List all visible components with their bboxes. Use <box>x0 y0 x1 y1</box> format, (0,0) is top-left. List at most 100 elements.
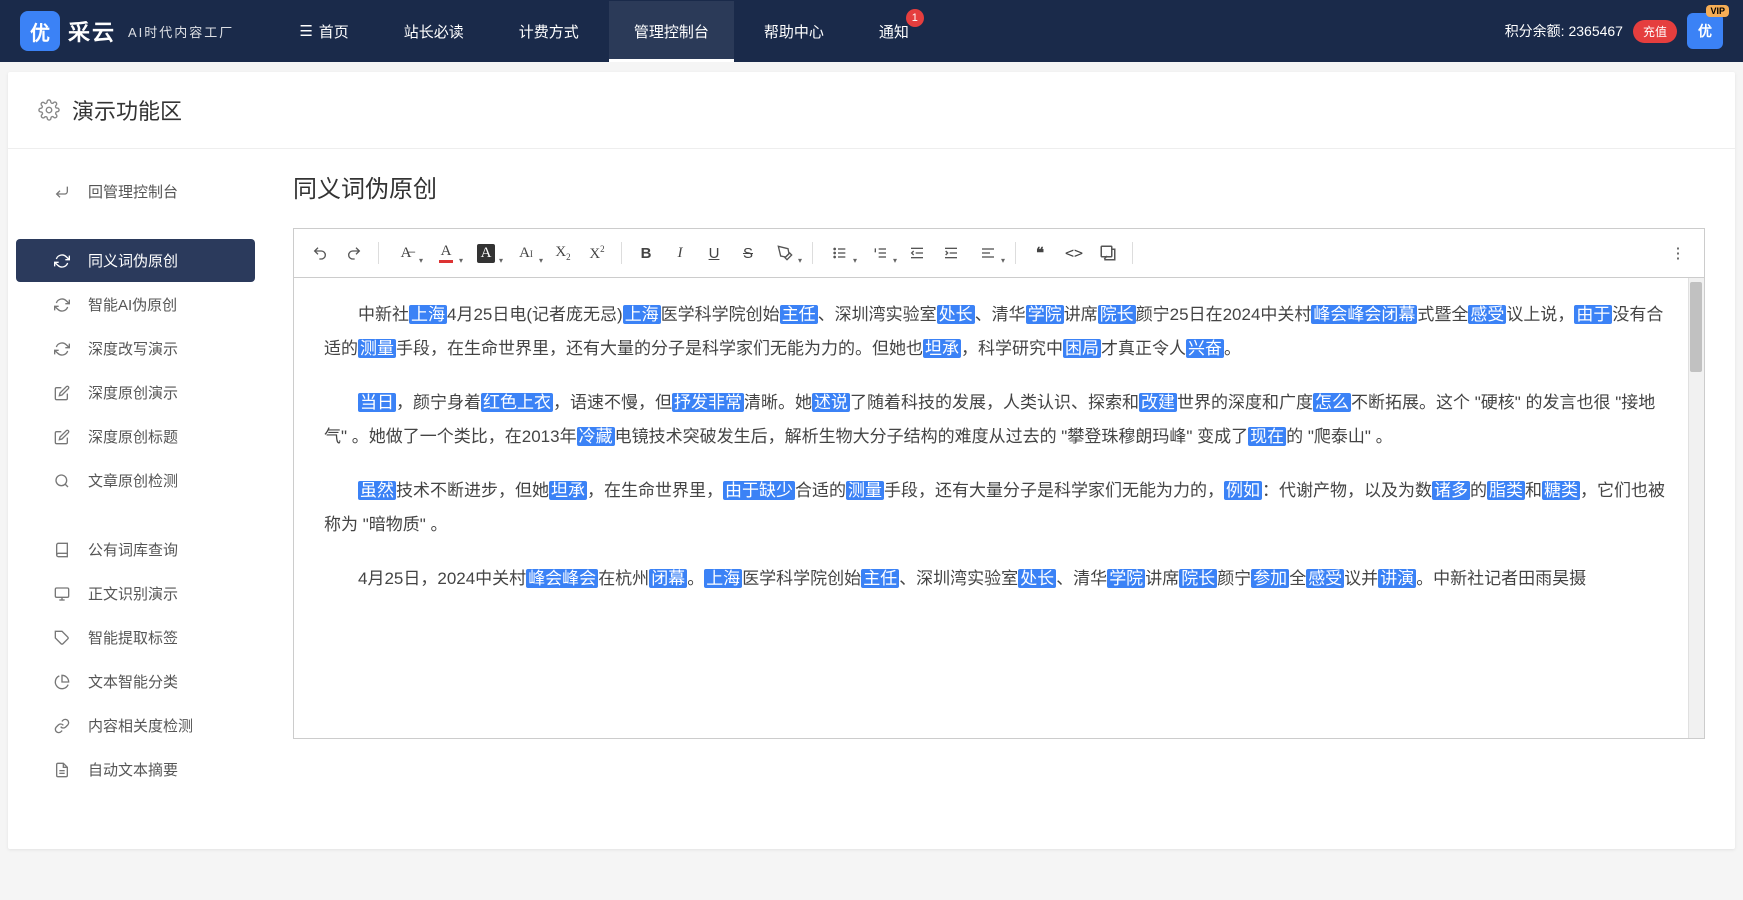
highlighted-text: 测量 <box>846 481 884 500</box>
bold-button[interactable]: B <box>630 237 662 269</box>
link-icon <box>54 718 70 734</box>
blockquote-button[interactable]: ❝ <box>1024 237 1056 269</box>
sidebar-item-2-2[interactable]: 智能提取标签 <box>16 616 255 659</box>
nav-link-3[interactable]: 管理控制台 <box>609 1 734 62</box>
highlighted-text: 闭幕 <box>649 569 687 588</box>
text-segment: 。 <box>1224 339 1241 358</box>
text-segment: 医学科学院创始 <box>742 569 861 588</box>
logo[interactable]: 优 采云 AI时代内容工厂 <box>20 11 234 51</box>
font-color-button[interactable]: A▾ <box>427 237 465 269</box>
highlighted-text: 感受 <box>1468 305 1506 324</box>
sidebar-item-label: 内容相关度检测 <box>88 715 193 736</box>
sidebar-item-1-2[interactable]: 深度改写演示 <box>16 327 255 370</box>
nav-link-label: 帮助中心 <box>764 21 824 42</box>
sidebar-item-2-3[interactable]: 文本智能分类 <box>16 660 255 703</box>
italic-button[interactable]: I <box>664 237 696 269</box>
editor-content[interactable]: 中新社上海4月25日电(记者庞无忌)上海医学科学院创始主任、深圳湾实验室处长、清… <box>294 278 1704 738</box>
edit-icon <box>54 429 70 445</box>
highlighted-text: 兴奋 <box>1186 339 1224 358</box>
highlighted-text: 学院 <box>1107 569 1145 588</box>
sidebar-item-0-0[interactable]: 回管理控制台 <box>16 170 255 213</box>
sidebar-item-1-0[interactable]: 同义词伪原创 <box>16 239 255 282</box>
scrollbar[interactable] <box>1688 278 1704 738</box>
nav-link-label: 通知 <box>879 21 909 42</box>
text-segment: 议并 <box>1344 569 1378 588</box>
more-button[interactable]: ⋮ <box>1662 237 1694 269</box>
sidebar-item-1-1[interactable]: 智能AI伪原创 <box>16 283 255 326</box>
text-segment: 在杭州 <box>598 569 649 588</box>
avatar-icon: 优 <box>1687 13 1723 49</box>
highlight-color-button[interactable]: A▾ <box>467 237 505 269</box>
sidebar-item-1-5[interactable]: 文章原创检测 <box>16 459 255 502</box>
edit-icon <box>54 385 70 401</box>
strikethrough-button[interactable]: S <box>732 237 764 269</box>
clear-format-button[interactable]: A̶▾ <box>387 237 425 269</box>
paragraph-1: 当日，颜宁身着红色上衣，语速不慢，但抒发非常清晰。她述说了随着科技的发展，人类认… <box>324 386 1674 454</box>
sidebar-item-label: 深度改写演示 <box>88 338 178 359</box>
highlighted-text: 上海 <box>409 305 447 324</box>
content-title: 同义词伪原创 <box>293 169 1705 204</box>
text-highlight-button[interactable]: ▾ <box>766 237 804 269</box>
sidebar-item-2-4[interactable]: 内容相关度检测 <box>16 704 255 747</box>
reply-icon <box>54 184 70 200</box>
highlighted-text: 脂类 <box>1487 481 1525 500</box>
text-segment: ，颜宁身着 <box>396 393 481 412</box>
logo-subtitle: AI时代内容工厂 <box>128 22 234 41</box>
refresh-icon <box>54 253 70 269</box>
numbered-list-button[interactable]: ▾ <box>861 237 899 269</box>
sidebar-item-1-3[interactable]: 深度原创演示 <box>16 371 255 414</box>
nav-link-0[interactable]: ☰首页 <box>274 1 373 62</box>
sidebar-item-1-4[interactable]: 深度原创标题 <box>16 415 255 458</box>
highlighted-text: 院长 <box>1098 305 1136 324</box>
outdent-button[interactable] <box>901 237 933 269</box>
vip-badge: VIP <box>1706 5 1729 17</box>
recharge-button[interactable]: 充值 <box>1633 20 1677 43</box>
nav-link-label: 计费方式 <box>519 21 579 42</box>
highlighted-text: 困局 <box>1063 339 1101 358</box>
superscript-button[interactable]: X2 <box>581 237 613 269</box>
scrollbar-thumb[interactable] <box>1690 282 1702 372</box>
text-segment: 的 "爬泰山" 。 <box>1286 427 1393 446</box>
text-segment: 了随着科技的发展，人类认识、探索和 <box>850 393 1139 412</box>
refresh-icon <box>54 297 70 313</box>
subscript-button[interactable]: X2 <box>547 237 579 269</box>
text-segment: 手段，在生命世界里，还有大量的分子是科学家们无能为力的。但她也 <box>396 339 923 358</box>
top-nav: 优 采云 AI时代内容工厂 ☰首页站长必读 计费方式 管理控制台 帮助中心 通知1 积分… <box>0 0 1743 62</box>
highlighted-text: 例如 <box>1224 481 1262 500</box>
sidebar-item-2-5[interactable]: 自动文本摘要 <box>16 748 255 791</box>
highlighted-text: 冷藏 <box>577 427 615 446</box>
highlighted-text: 峰会峰会闭幕 <box>1311 305 1417 324</box>
highlighted-text: 感受 <box>1306 569 1344 588</box>
source-button[interactable] <box>1092 237 1124 269</box>
bullet-list-button[interactable]: ▾ <box>821 237 859 269</box>
indent-button[interactable] <box>935 237 967 269</box>
nav-link-1[interactable]: 站长必读 <box>379 1 489 62</box>
page-title: 演示功能区 <box>72 94 182 126</box>
highlighted-text: 现在 <box>1248 427 1286 446</box>
font-size-button[interactable]: AI▾ <box>507 237 545 269</box>
highlighted-text: 坦承 <box>923 339 961 358</box>
text-segment: 、清华 <box>975 305 1026 324</box>
code-button[interactable]: <> <box>1058 237 1090 269</box>
sidebar-item-2-1[interactable]: 正文识别演示 <box>16 572 255 615</box>
highlighted-text: 学院 <box>1026 305 1064 324</box>
points-label: 积分余额: 2365467 <box>1505 21 1623 41</box>
highlighted-text: 处长 <box>937 305 975 324</box>
highlighted-text: 讲演 <box>1378 569 1416 588</box>
text-segment: 世界的深度和广度 <box>1177 393 1313 412</box>
highlighted-text: 坦承 <box>549 481 587 500</box>
sidebar-item-label: 智能提取标签 <box>88 627 178 648</box>
nav-link-2[interactable]: 计费方式 <box>494 1 604 62</box>
nav-link-5[interactable]: 通知1 <box>854 1 934 62</box>
content-area: 同义词伪原创 A̶▾ A▾ A▾ AI▾ X2 X2 B <box>263 149 1735 849</box>
nav-link-4[interactable]: 帮助中心 <box>739 1 849 62</box>
gear-icon <box>38 99 60 121</box>
text-segment: 颜宁 <box>1217 569 1251 588</box>
user-avatar[interactable]: VIP 优 <box>1687 13 1723 49</box>
text-segment: 才真正令人 <box>1101 339 1186 358</box>
undo-button[interactable] <box>304 237 336 269</box>
redo-button[interactable] <box>338 237 370 269</box>
underline-button[interactable]: U <box>698 237 730 269</box>
sidebar-item-2-0[interactable]: 公有词库查询 <box>16 528 255 571</box>
align-button[interactable]: ▾ <box>969 237 1007 269</box>
